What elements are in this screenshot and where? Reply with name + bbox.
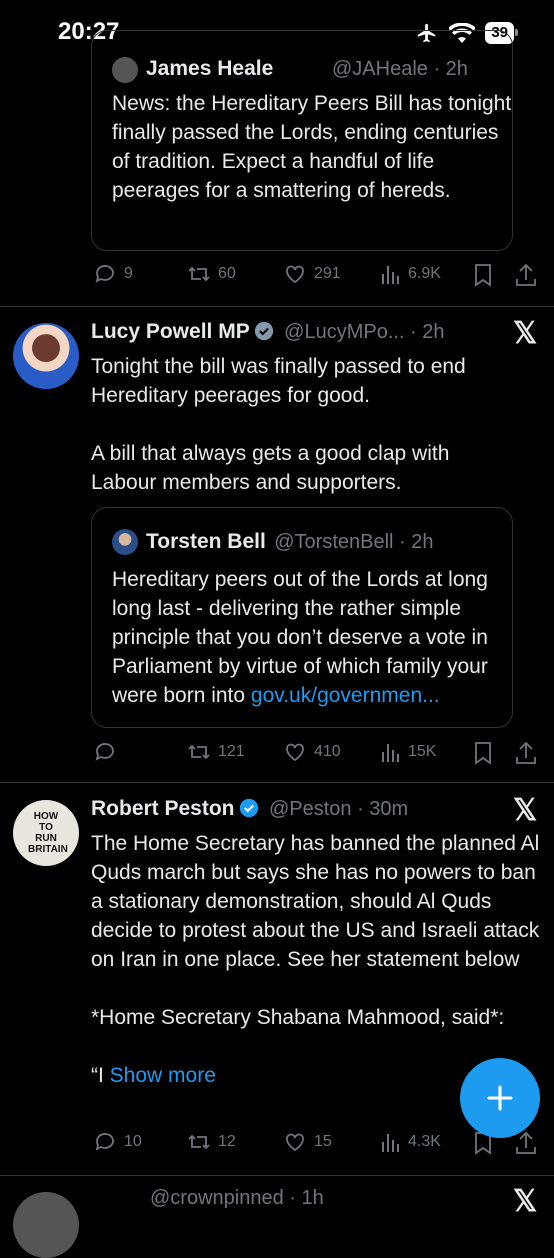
like-count: 410 (314, 743, 341, 760)
like-button[interactable]: 15 (282, 1130, 332, 1154)
x-logo-icon: 𝕏 (513, 1185, 538, 1218)
repost-count: 60 (218, 265, 236, 282)
views-button[interactable]: 15K (380, 740, 436, 764)
views-icon (382, 1134, 399, 1152)
avatar-next-author[interactable] (13, 1192, 79, 1258)
quote-avatar (112, 529, 138, 555)
repost-icon (188, 266, 210, 282)
repost-button[interactable]: 121 (186, 740, 245, 764)
views-button[interactable]: 6.9K (380, 262, 441, 286)
reply-icon (95, 1133, 114, 1151)
author-name[interactable]: Robert Peston (91, 797, 235, 820)
reply-icon (95, 265, 114, 283)
repost-icon (188, 1134, 210, 1150)
reply-count: 10 (124, 1133, 142, 1150)
repost-icon (188, 744, 210, 760)
heart-icon (286, 1133, 304, 1152)
quote-author-name: Torsten Bell (146, 530, 266, 553)
like-button[interactable]: 410 (282, 740, 341, 764)
repost-button[interactable]: 60 (186, 262, 236, 286)
tweet-actions: 9 60 291 6.9K (0, 262, 554, 288)
reply-button[interactable]: 9 (92, 262, 133, 286)
tweet-text: Tonight the bill was finally passed to e… (91, 355, 466, 494)
views-count: 4.3K (408, 1133, 441, 1150)
reply-count: 9 (124, 265, 133, 282)
views-icon (382, 744, 399, 762)
show-more-link[interactable]: Show more (110, 1064, 216, 1087)
quote-text: Hereditary peers out of the Lords at lon… (112, 565, 512, 710)
tweet-text: The Home Secretary has banned the planne… (91, 829, 541, 1090)
author-handle[interactable]: @LucyMPo... · 2h (284, 321, 444, 343)
avatar-lucy-powell[interactable] (13, 323, 79, 389)
bookmark-icon[interactable] (472, 262, 494, 288)
views-count: 15K (408, 743, 437, 760)
reply-button[interactable] (92, 740, 124, 764)
author-name[interactable]: Lucy Powell MP (91, 320, 250, 343)
avatar-book-title: HOW TO RUN BRITAIN (28, 811, 68, 855)
repost-count: 121 (218, 743, 245, 760)
like-count: 15 (314, 1133, 332, 1150)
divider (0, 782, 554, 783)
tweet-header: Robert Peston @Peston · 30m (91, 797, 408, 821)
heart-icon (286, 743, 304, 762)
share-icon[interactable] (514, 262, 538, 288)
quote-author-handle: @JAHeale · 2h (332, 58, 468, 80)
quote-avatar (112, 57, 138, 83)
views-button[interactable]: 4.3K (380, 1130, 441, 1154)
views-count: 6.9K (408, 265, 441, 282)
divider (0, 306, 554, 307)
plus-icon (487, 1085, 513, 1111)
views-icon (382, 266, 399, 284)
verified-badge-grey-icon (254, 321, 273, 341)
quoted-tweet[interactable]: Torsten Bell @TorstenBell · 2h Hereditar… (91, 507, 513, 728)
quote-author-name: James Heale (146, 57, 274, 80)
verified-badge-icon (239, 798, 258, 818)
repost-count: 12 (218, 1133, 236, 1150)
x-logo-icon: 𝕏 (513, 317, 538, 350)
divider (0, 1175, 554, 1176)
author-handle[interactable]: @Peston · 30m (269, 798, 408, 820)
quote-text: News: the Hereditary Peers Bill has toni… (112, 92, 512, 202)
tweet-actions: 10 12 15 4.3K (0, 1130, 554, 1156)
avatar-robert-peston[interactable]: HOW TO RUN BRITAIN (13, 800, 79, 866)
quote-header: Torsten Bell @TorstenBell · 2h (146, 530, 434, 554)
heart-icon (286, 265, 304, 284)
like-button[interactable]: 291 (282, 262, 341, 286)
tweet-actions: 121 410 15K (0, 740, 554, 766)
reply-icon (95, 743, 114, 761)
quote-link[interactable]: gov.uk/governmen... (251, 684, 440, 707)
quote-author-handle: @TorstenBell · 2h (274, 531, 434, 553)
bookmark-icon[interactable] (472, 740, 494, 766)
compose-button[interactable] (460, 1058, 540, 1138)
share-icon[interactable] (514, 740, 538, 766)
tweet-body: The Home Secretary has banned the planne… (91, 832, 540, 1087)
reply-button[interactable]: 10 (92, 1130, 142, 1154)
quoted-tweet[interactable]: James Heale @JAHeale · 2h News: the Here… (91, 30, 513, 251)
x-logo-icon: 𝕏 (513, 794, 538, 827)
like-count: 291 (314, 265, 341, 282)
repost-button[interactable]: 12 (186, 1130, 236, 1154)
tweet-header: Lucy Powell MP @LucyMPo... · 2h (91, 320, 445, 344)
